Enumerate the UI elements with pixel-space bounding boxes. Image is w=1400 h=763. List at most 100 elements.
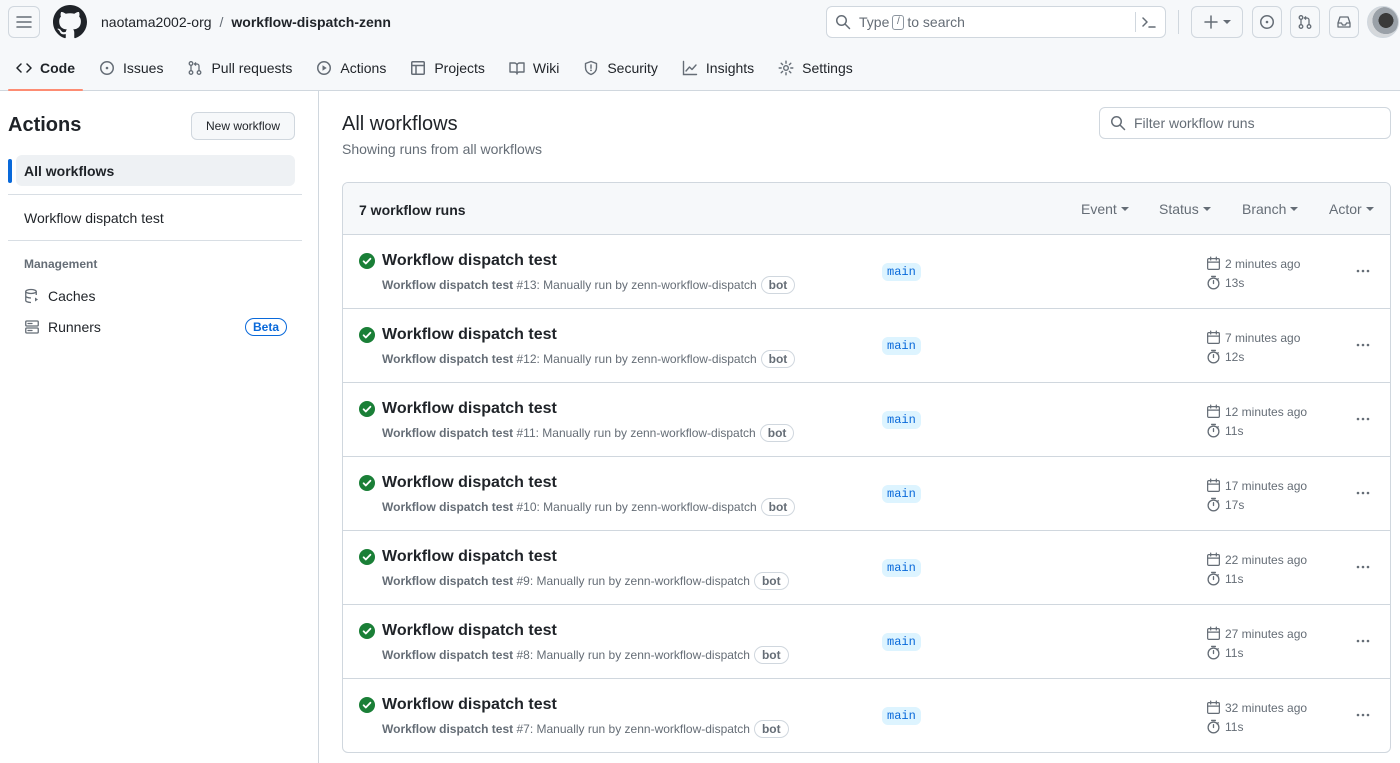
status-filter-dropdown[interactable]: Status [1159, 201, 1211, 217]
management-heading: Management [24, 257, 98, 271]
branch-label[interactable]: main [882, 559, 921, 577]
run-title-link[interactable]: Workflow dispatch test [382, 622, 557, 640]
tab-pull-requests[interactable]: Pull requests [179, 48, 300, 88]
run-more-options-button[interactable] [1351, 409, 1375, 429]
search-icon [1111, 116, 1126, 131]
pull-request-icon [1298, 15, 1312, 29]
run-time: 32 minutes ago [1206, 700, 1307, 715]
branch-label[interactable]: main [882, 707, 921, 725]
branch-label[interactable]: main [882, 485, 921, 503]
success-check-icon [359, 697, 375, 713]
branch-filter-dropdown[interactable]: Branch [1242, 201, 1299, 217]
run-time-ago: 17 minutes ago [1225, 478, 1308, 493]
bot-badge: bot [753, 646, 789, 664]
run-title-link[interactable]: Workflow dispatch test [382, 326, 557, 344]
dropdown-label: Branch [1242, 201, 1287, 217]
command-palette-icon[interactable] [1141, 14, 1157, 30]
book-icon [509, 62, 525, 75]
actor-filter-dropdown[interactable]: Actor [1329, 201, 1374, 217]
owner-link[interactable]: naotama2002-org [101, 13, 212, 31]
beta-badge: Beta [245, 318, 287, 336]
run-more-options-button[interactable] [1351, 705, 1375, 725]
search-shortcut-key: / [892, 14, 905, 30]
kebab-horizontal-icon [1356, 269, 1370, 273]
branch-label[interactable]: main [882, 263, 921, 281]
inbox-icon [1337, 16, 1351, 28]
sidebar-item-label: Caches [48, 287, 96, 304]
branch-label[interactable]: main [882, 411, 921, 429]
run-more-options-button[interactable] [1351, 261, 1375, 281]
inbox-button[interactable] [1329, 6, 1359, 38]
issue-icon [1260, 15, 1274, 29]
workflow-run-row[interactable]: Workflow dispatch test Workflow dispatch… [343, 309, 1390, 383]
run-more-options-button[interactable] [1351, 631, 1375, 651]
run-title-link[interactable]: Workflow dispatch test [382, 548, 557, 566]
workflow-run-row[interactable]: Workflow dispatch test Workflow dispatch… [343, 531, 1390, 605]
bot-badge: bot [760, 350, 796, 368]
run-title-link[interactable]: Workflow dispatch test [382, 400, 557, 418]
create-new-button[interactable] [1191, 6, 1243, 38]
tab-code[interactable]: Code [8, 48, 83, 91]
run-duration: 11s [1206, 423, 1243, 438]
chevron-down-icon [1202, 207, 1211, 211]
run-time: 22 minutes ago [1206, 552, 1307, 567]
chevron-down-icon [1290, 207, 1299, 211]
kebab-horizontal-icon [1356, 713, 1370, 717]
workflow-run-row[interactable]: Workflow dispatch test Workflow dispatch… [343, 457, 1390, 531]
run-title-link[interactable]: Workflow dispatch test [382, 252, 557, 270]
workflow-run-row[interactable]: Workflow dispatch test Workflow dispatch… [343, 679, 1390, 752]
sidebar-item-all-workflows[interactable]: All workflows [8, 155, 295, 186]
filter-runs-field[interactable] [1099, 107, 1391, 139]
tab-projects[interactable]: Projects [402, 48, 493, 88]
run-meta: Workflow dispatch test #8: Manually run … [382, 646, 789, 664]
run-title-link[interactable]: Workflow dispatch test [382, 474, 557, 492]
branch-label[interactable]: main [882, 633, 921, 651]
tab-security[interactable]: Security [575, 48, 666, 88]
tab-wiki[interactable]: Wiki [501, 48, 567, 88]
run-time-ago: 27 minutes ago [1225, 626, 1308, 641]
play-icon [317, 61, 332, 75]
stopwatch-icon [1207, 571, 1220, 586]
sidebar-item-label: Workflow dispatch test [24, 209, 164, 226]
branch-label[interactable]: main [882, 337, 921, 355]
tab-actions[interactable]: Actions [308, 48, 394, 88]
menu-button[interactable] [8, 6, 40, 38]
github-logo-icon[interactable] [53, 5, 87, 39]
workflow-run-row[interactable]: Workflow dispatch test Workflow dispatch… [343, 235, 1390, 309]
run-meta: Workflow dispatch test #13: Manually run… [382, 276, 796, 294]
avatar[interactable] [1367, 6, 1399, 38]
pull-request-icon [189, 61, 202, 75]
calendar-icon [1207, 404, 1220, 418]
stopwatch-icon [1207, 275, 1220, 290]
new-workflow-button[interactable]: New workflow [191, 112, 295, 140]
sidebar-item-caches[interactable]: Caches [16, 280, 295, 311]
pull-requests-button[interactable] [1290, 6, 1320, 38]
run-more-options-button[interactable] [1351, 557, 1375, 577]
workflow-run-row[interactable]: Workflow dispatch test Workflow dispatch… [343, 383, 1390, 457]
run-meta: Workflow dispatch test #9: Manually run … [382, 572, 789, 590]
filter-runs-input[interactable] [1134, 115, 1374, 131]
search-input[interactable]: Type / to search [826, 6, 1166, 38]
tab-settings[interactable]: Settings [770, 48, 861, 88]
run-more-options-button[interactable] [1351, 483, 1375, 503]
tab-issues[interactable]: Issues [91, 48, 171, 88]
run-more-options-button[interactable] [1351, 335, 1375, 355]
event-filter-dropdown[interactable]: Event [1081, 201, 1129, 217]
run-title-link[interactable]: Workflow dispatch test [382, 696, 557, 714]
kebab-horizontal-icon [1356, 565, 1370, 569]
run-duration: 12s [1206, 349, 1244, 364]
tab-insights[interactable]: Insights [674, 48, 762, 88]
workflow-run-row[interactable]: Workflow dispatch test Workflow dispatch… [343, 605, 1390, 679]
hamburger-icon [16, 16, 32, 28]
run-number: #9 [516, 574, 530, 588]
run-time-ago: 32 minutes ago [1225, 700, 1308, 715]
issues-button[interactable] [1252, 6, 1282, 38]
run-time-ago: 2 minutes ago [1225, 256, 1301, 271]
repo-link[interactable]: workflow-dispatch-zenn [231, 13, 390, 31]
run-duration-value: 11s [1225, 423, 1244, 438]
run-time: 2 minutes ago [1206, 256, 1300, 271]
run-duration-value: 11s [1225, 719, 1244, 734]
run-workflow-name: Workflow dispatch test [382, 278, 514, 292]
sidebar-item-workflow-dispatch-test[interactable]: Workflow dispatch test [16, 202, 295, 233]
chevron-down-icon [1120, 207, 1129, 211]
